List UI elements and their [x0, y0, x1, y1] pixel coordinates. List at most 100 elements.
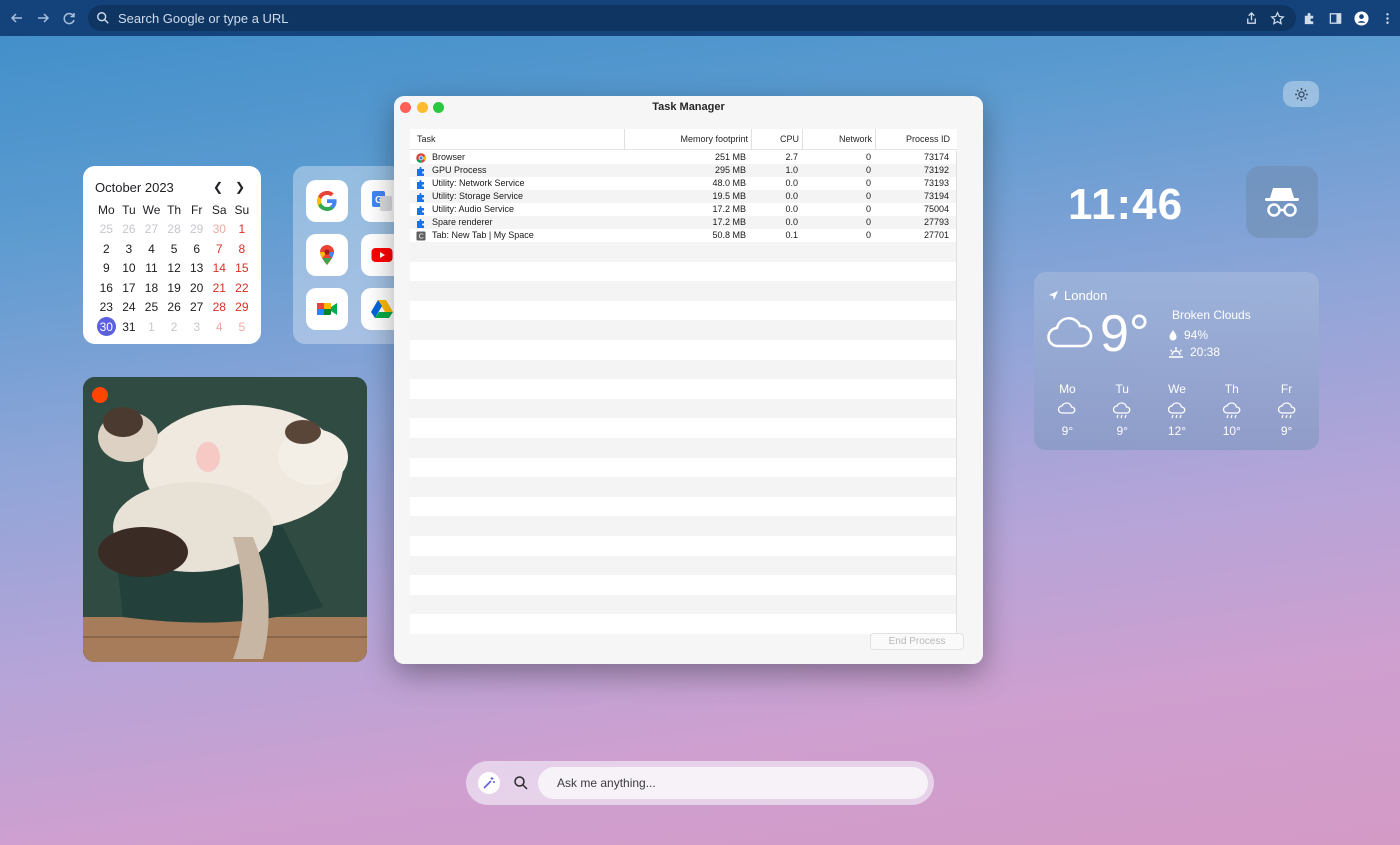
cell-network: 0 [865, 178, 871, 188]
omnibox-input[interactable] [118, 10, 718, 26]
star-icon [1269, 10, 1285, 25]
ai-button[interactable] [478, 772, 500, 794]
photo-widget[interactable] [83, 377, 367, 662]
table-row[interactable]: Utility: Network Service 48.0 MB 0.0 0 73193 [410, 177, 957, 190]
calendar-day[interactable]: 21 [208, 278, 231, 298]
calendar-day[interactable]: 7 [208, 239, 231, 259]
table-row[interactable]: Utility: Storage Service 19.5 MB 0.0 0 73194 [410, 190, 957, 203]
table-row[interactable]: Browser 251 MB 2.7 0 73174 [410, 151, 957, 164]
calendar-day[interactable]: 16 [95, 278, 118, 298]
calendar-day[interactable]: 23 [95, 298, 118, 318]
end-process-button[interactable]: End Process [870, 633, 964, 650]
calendar-day[interactable]: 17 [118, 278, 141, 298]
calendar-day[interactable]: 26 [118, 220, 141, 240]
calendar-day[interactable]: 25 [95, 220, 118, 240]
calendar-day[interactable]: 9 [95, 259, 118, 279]
extensions-button[interactable] [1296, 5, 1322, 31]
column-header-network[interactable]: Network [806, 129, 872, 150]
table-row[interactable]: GPU Process 295 MB 1.0 0 73192 [410, 164, 957, 177]
forward-button[interactable] [30, 5, 56, 31]
current-temperature: 9° [1100, 305, 1150, 363]
calendar-day-number: 30 [96, 317, 116, 337]
calendar-day[interactable]: 28 [208, 298, 231, 318]
calendar-day[interactable]: 29 [231, 298, 254, 318]
chevron-left-icon[interactable]: ❮ [207, 180, 229, 194]
calendar-day-number: 27 [189, 300, 204, 315]
shortcut-google[interactable] [306, 180, 348, 222]
calendar-day[interactable]: 27 [140, 220, 163, 240]
calendar-day[interactable]: 27 [185, 298, 208, 318]
calendar-day[interactable]: 6 [185, 239, 208, 259]
side-panel-button[interactable] [1322, 5, 1348, 31]
cell-memory: 17.2 MB [712, 204, 746, 214]
table-row[interactable]: C Tab: New Tab | My Space 50.8 MB 0.1 0 27701 [410, 229, 957, 242]
calendar-day[interactable]: 5 [163, 239, 186, 259]
calendar-day[interactable]: 26 [163, 298, 186, 318]
back-button[interactable] [4, 5, 30, 31]
column-divider [875, 129, 876, 150]
calendar-day[interactable]: 11 [140, 259, 163, 279]
calendar-day[interactable]: 4 [208, 317, 231, 337]
calendar-day[interactable]: 25 [140, 298, 163, 318]
calendar-day[interactable]: 1 [140, 317, 163, 337]
column-header-cpu[interactable]: CPU [754, 129, 799, 150]
search-icon [97, 12, 109, 24]
share-button[interactable] [1238, 5, 1264, 31]
row-stripe [410, 614, 957, 634]
calendar-day[interactable]: 3 [118, 239, 141, 259]
calendar-day[interactable]: 2 [95, 239, 118, 259]
calendar-day[interactable]: 8 [231, 239, 254, 259]
calendar-day[interactable]: 13 [185, 259, 208, 279]
calendar-day[interactable]: 31 [118, 317, 141, 337]
calendar-day[interactable]: 29 [185, 220, 208, 240]
calendar-day-number: 17 [122, 280, 136, 295]
calendar-day[interactable]: 20 [185, 278, 208, 298]
shortcut-maps[interactable] [306, 234, 348, 276]
cell-pid: 73194 [923, 191, 949, 201]
row-stripe [410, 575, 957, 595]
calendar-day[interactable]: 12 [163, 259, 186, 279]
scrollbar[interactable] [956, 151, 957, 641]
shortcuts-widget: G [293, 166, 403, 344]
calendar-day[interactable]: 1 [231, 220, 254, 240]
weather-widget[interactable]: London 9° Broken Clouds 94% 20:38 Mo 9° Tu… [1034, 272, 1319, 450]
search-icon[interactable] [513, 775, 529, 791]
calendar-day[interactable]: 22 [231, 278, 254, 298]
calendar-day[interactable]: 24 [118, 298, 141, 318]
column-header-memory[interactable]: Memory footprint [628, 129, 748, 150]
profile-button[interactable] [1348, 5, 1374, 31]
calendar-day[interactable]: 3 [185, 317, 208, 337]
cell-pid: 73174 [923, 152, 949, 162]
column-header-pid[interactable]: Process ID [878, 129, 950, 150]
sunset-icon [1169, 347, 1183, 358]
calendar-day[interactable]: 4 [140, 239, 163, 259]
calendar-day[interactable]: 30 [208, 220, 231, 240]
calendar-day-number: 3 [193, 319, 201, 334]
calendar-day[interactable]: 30 [95, 317, 118, 337]
calendar-day[interactable]: 15 [231, 259, 254, 279]
chevron-right-icon[interactable]: ❯ [229, 180, 251, 194]
omnibox[interactable] [88, 5, 1296, 31]
calendar-day[interactable]: 14 [208, 259, 231, 279]
column-header-task[interactable]: Task [417, 129, 436, 150]
weekday-label: Sa [211, 202, 227, 217]
forecast-day: We 12° [1150, 382, 1205, 438]
table-row[interactable]: Utility: Audio Service 17.2 MB 0.0 0 75004 [410, 203, 957, 216]
cell-task: Spare renderer [432, 217, 493, 227]
settings-button[interactable] [1283, 81, 1319, 107]
calendar-day[interactable]: 28 [163, 220, 186, 240]
table-row[interactable]: Spare renderer 17.2 MB 0.0 0 27793 [410, 216, 957, 229]
calendar-day[interactable]: 5 [231, 317, 254, 337]
calendar-day[interactable]: 10 [118, 259, 141, 279]
bookmark-button[interactable] [1264, 5, 1290, 31]
shortcut-meet[interactable] [306, 288, 348, 330]
forecast-day: Th 10° [1204, 382, 1259, 438]
cat-photo [83, 377, 367, 662]
incognito-button[interactable] [1246, 166, 1318, 238]
ask-input[interactable] [538, 767, 928, 799]
calendar-day[interactable]: 18 [140, 278, 163, 298]
calendar-day[interactable]: 19 [163, 278, 186, 298]
menu-button[interactable] [1374, 5, 1400, 31]
calendar-day[interactable]: 2 [163, 317, 186, 337]
reload-button[interactable] [56, 5, 82, 31]
